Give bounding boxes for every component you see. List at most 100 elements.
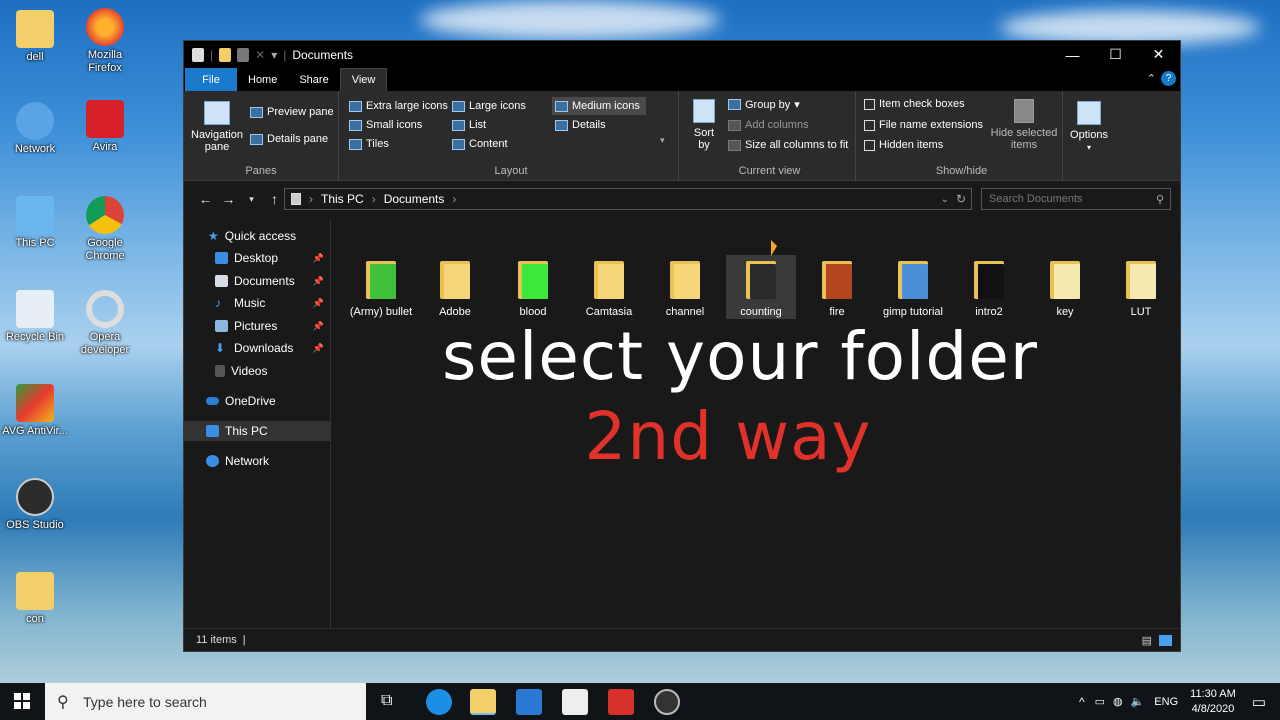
folder-icon	[898, 261, 928, 299]
add-columns-button[interactable]: Add columns	[728, 119, 809, 131]
volume-icon[interactable]: 🔈	[1131, 695, 1145, 708]
desktop-icon-con[interactable]: con	[0, 572, 70, 626]
checkbox[interactable]	[864, 139, 875, 151]
folder-item-hovered[interactable]: counting	[726, 255, 796, 319]
sort-by-icon	[693, 99, 715, 123]
address-bar[interactable]: › This PC › Documents › ⌄ ↻	[284, 188, 972, 210]
tray-overflow-icon[interactable]: ^	[1079, 695, 1085, 709]
layout-more-icon[interactable]: ▾	[660, 135, 665, 146]
search-box[interactable]: Search Documents ⚲	[981, 188, 1171, 210]
chevron-down-icon: ▾	[794, 99, 800, 111]
details-option[interactable]: Details	[555, 119, 606, 131]
collapse-ribbon-icon[interactable]: ⌃	[1147, 72, 1156, 85]
windows-start-icon[interactable]	[14, 693, 30, 709]
folder-item[interactable]: (Army) bullet	[346, 261, 416, 319]
address-dropdown-icon[interactable]: ⌄	[941, 194, 949, 205]
nav-desktop[interactable]: Desktop 📌	[184, 248, 330, 268]
taskbar: ⚲ Type here to search ⧉ ^ ▭ ◍ 🔈 ENG 11:3…	[0, 683, 1280, 720]
file-explorer-icon[interactable]	[470, 689, 496, 715]
rename-icon[interactable]	[237, 47, 250, 62]
nav-music[interactable]: ♪ Music 📌	[184, 293, 330, 313]
extra-large-icons-icon	[349, 100, 362, 112]
folder-item[interactable]: channel	[650, 261, 720, 319]
new-folder-icon[interactable]	[219, 47, 232, 62]
task-view-icon[interactable]: ⧉	[381, 692, 392, 710]
tab-view[interactable]: View	[339, 68, 388, 91]
extra-large-icons-option[interactable]: Extra large icons	[349, 100, 448, 112]
search-icon[interactable]: ⚲	[1156, 193, 1164, 206]
checkbox[interactable]	[864, 98, 875, 110]
folder-item[interactable]: intro2	[954, 261, 1024, 319]
maximize-button[interactable]: ☐	[1094, 41, 1137, 68]
details-pane-icon	[250, 133, 263, 145]
folder-item[interactable]: gimp tutorial	[878, 261, 948, 319]
opera-taskbar-icon[interactable]	[608, 689, 634, 715]
details-view-icon[interactable]: ▤	[1142, 634, 1152, 647]
obs-taskbar-icon[interactable]	[654, 689, 680, 715]
details-pane-button[interactable]: Details pane	[250, 133, 328, 145]
customize-dropdown-icon[interactable]: ▾	[271, 48, 277, 62]
breadcrumb-this-pc[interactable]: This PC	[321, 192, 364, 206]
tab-file[interactable]: File	[185, 68, 237, 91]
checkbox[interactable]	[864, 119, 875, 131]
delete-icon[interactable]: ✕	[255, 48, 265, 62]
size-all-columns-button[interactable]: Size all columns to fit	[728, 139, 848, 151]
tab-home[interactable]: Home	[237, 68, 288, 91]
desktop-icon-this-pc[interactable]: This PC	[0, 196, 70, 250]
language-indicator[interactable]: ENG	[1154, 696, 1178, 708]
taskbar-search-box[interactable]: ⚲ Type here to search	[45, 683, 366, 720]
recent-locations-icon[interactable]: ▾	[240, 194, 263, 205]
folder-item[interactable]: blood	[498, 261, 568, 319]
folder-item[interactable]: fire	[802, 261, 872, 319]
tiles-option[interactable]: Tiles	[349, 138, 389, 150]
tab-share[interactable]: Share	[288, 68, 339, 91]
minimize-button[interactable]: —	[1051, 41, 1094, 68]
mail-icon[interactable]	[562, 689, 588, 715]
pin-icon[interactable]: 📌	[313, 276, 324, 287]
options-button[interactable]: Options ▾	[1068, 101, 1110, 154]
hide-selected-items-button[interactable]: Hide selected items	[989, 99, 1059, 151]
pin-icon[interactable]: 📌	[313, 298, 324, 309]
desktop-icon-avira[interactable]: Avira	[70, 100, 140, 154]
desktop-icon-dell[interactable]: dell	[0, 10, 70, 64]
breadcrumb-documents[interactable]: Documents	[384, 192, 445, 206]
status-bar: 11 items | ▤	[184, 628, 1180, 651]
folder-item[interactable]: LUT	[1106, 261, 1176, 319]
store-icon[interactable]	[516, 689, 542, 715]
large-icons-option[interactable]: Large icons	[452, 100, 526, 112]
clock[interactable]: 11:30 AM 4/8/2020	[1190, 687, 1236, 717]
properties-icon[interactable]	[192, 47, 204, 62]
file-name-extensions-toggle[interactable]: File name extensions	[864, 119, 983, 131]
desktop-icon-obs[interactable]: OBS Studio	[0, 478, 70, 532]
close-button[interactable]: ✕	[1137, 41, 1180, 68]
nav-documents[interactable]: Documents 📌	[184, 271, 330, 291]
forward-arrow-icon[interactable]: →	[217, 191, 240, 207]
battery-icon[interactable]: ▭	[1095, 695, 1105, 708]
preview-pane-button[interactable]: Preview pane	[250, 106, 334, 118]
globe-network-icon[interactable]: ◍	[1113, 695, 1123, 708]
desktop-icon-chrome[interactable]: Google Chrome	[70, 196, 140, 263]
small-icons-option[interactable]: Small icons	[349, 119, 422, 131]
up-arrow-icon[interactable]: ↑	[263, 191, 286, 207]
large-icons-view-icon[interactable]	[1159, 634, 1172, 646]
folder-item[interactable]: Adobe	[420, 261, 490, 319]
back-arrow-icon[interactable]: ←	[194, 191, 217, 207]
list-option[interactable]: List	[452, 119, 486, 131]
content-option[interactable]: Content	[452, 138, 508, 150]
edge-icon[interactable]	[426, 689, 452, 715]
help-icon[interactable]: ?	[1161, 71, 1176, 86]
desktop-icon-firefox[interactable]: Mozilla Firefox	[70, 8, 140, 75]
folder-item[interactable]: Camtasia	[574, 261, 644, 319]
nav-quick-access[interactable]: ★ Quick access	[184, 226, 330, 246]
refresh-icon[interactable]: ↻	[956, 192, 966, 206]
item-check-boxes-toggle[interactable]: Item check boxes	[864, 98, 965, 110]
group-by-button[interactable]: Group by ▾	[728, 98, 800, 111]
medium-icons-option[interactable]: Medium icons	[552, 97, 646, 115]
hidden-items-toggle[interactable]: Hidden items	[864, 139, 943, 151]
sort-by-button[interactable]: Sort by	[688, 99, 720, 151]
desktop-icon-network[interactable]: Network	[0, 102, 70, 156]
pin-icon[interactable]: 📌	[313, 253, 324, 264]
navigation-pane-button[interactable]: Navigation pane	[190, 101, 244, 153]
folder-item[interactable]: key	[1030, 261, 1100, 319]
notifications-icon[interactable]: ▭	[1252, 693, 1266, 711]
